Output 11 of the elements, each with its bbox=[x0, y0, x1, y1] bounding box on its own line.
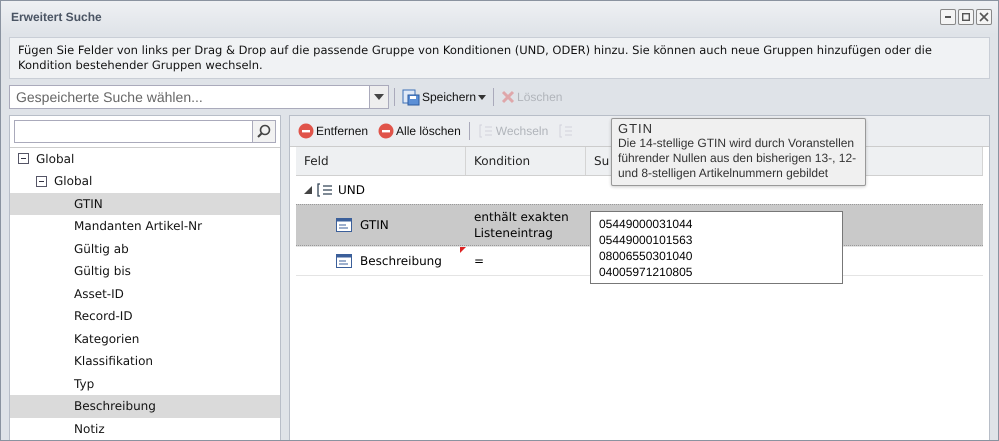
tree-label: Global bbox=[36, 152, 74, 166]
table-cell: = bbox=[474, 254, 484, 268]
window-title: Erweitert Suche bbox=[11, 10, 102, 24]
tooltip-text: Die 14-stellige GTIN wird durch Voranstellen führender Nullen aus den bisherigen 13-, 12- und 8-stelligen Artikelnummern gebildet bbox=[618, 136, 858, 181]
tooltip-title: GTIN bbox=[618, 121, 654, 136]
group-label: UND bbox=[338, 183, 365, 197]
instructions-text: Fügen Sie Felder von links per Drag & Drop auf die passende Gruppe von Konditionen (UND, ODER) hinzu. Sie können auch neue Gruppen hinzufügen oder die Kondition bestehender Gruppen wechseln. bbox=[9, 37, 990, 79]
table-cell: GTIN bbox=[360, 218, 389, 232]
tree-label: Global bbox=[54, 174, 92, 188]
table-cell: Beschreibung bbox=[360, 254, 442, 268]
table-cell: enthält exakten Listeneintrag bbox=[474, 210, 569, 240]
